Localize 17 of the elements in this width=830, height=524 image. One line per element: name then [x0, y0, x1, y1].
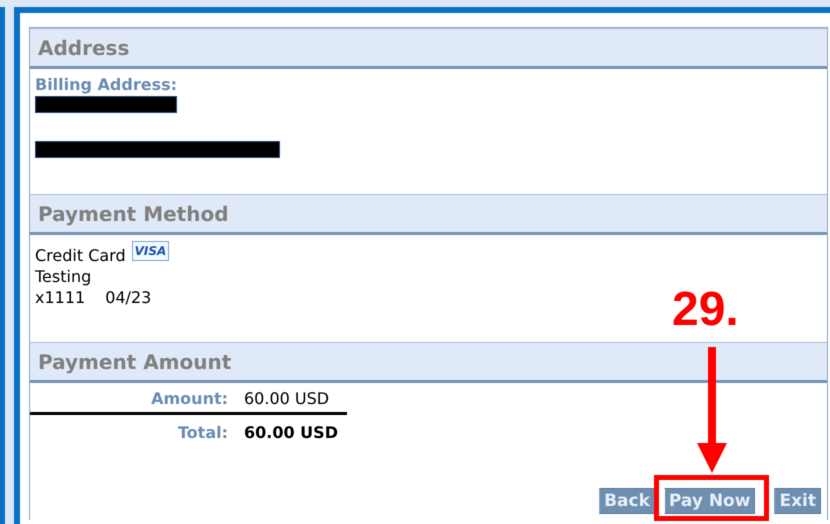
- section-header: Payment Amount: [30, 342, 827, 383]
- action-button[interactable]: Pay Now: [664, 488, 756, 514]
- action-button[interactable]: Exit: [774, 488, 821, 514]
- step-number-annotation: 29.: [672, 282, 739, 337]
- amount-label: Amount:: [150, 389, 228, 408]
- total-label: Total:: [176, 423, 228, 442]
- action-button[interactable]: Back: [599, 488, 655, 514]
- card-name-text: Testing: [35, 266, 92, 287]
- card-number-text: x1111: [35, 287, 86, 308]
- billing-address-label: Billing Address:: [35, 75, 178, 94]
- total-value: 60.00 USD: [244, 423, 339, 442]
- section-header: Payment Method: [30, 194, 827, 235]
- payment-method-text: Credit Card: [35, 245, 126, 266]
- amount-value: 60.00 USD: [244, 389, 330, 408]
- card-expiry-text: 04/23: [105, 287, 152, 308]
- visa-card-icon: VISA: [132, 241, 170, 261]
- section-header: Address: [30, 28, 827, 69]
